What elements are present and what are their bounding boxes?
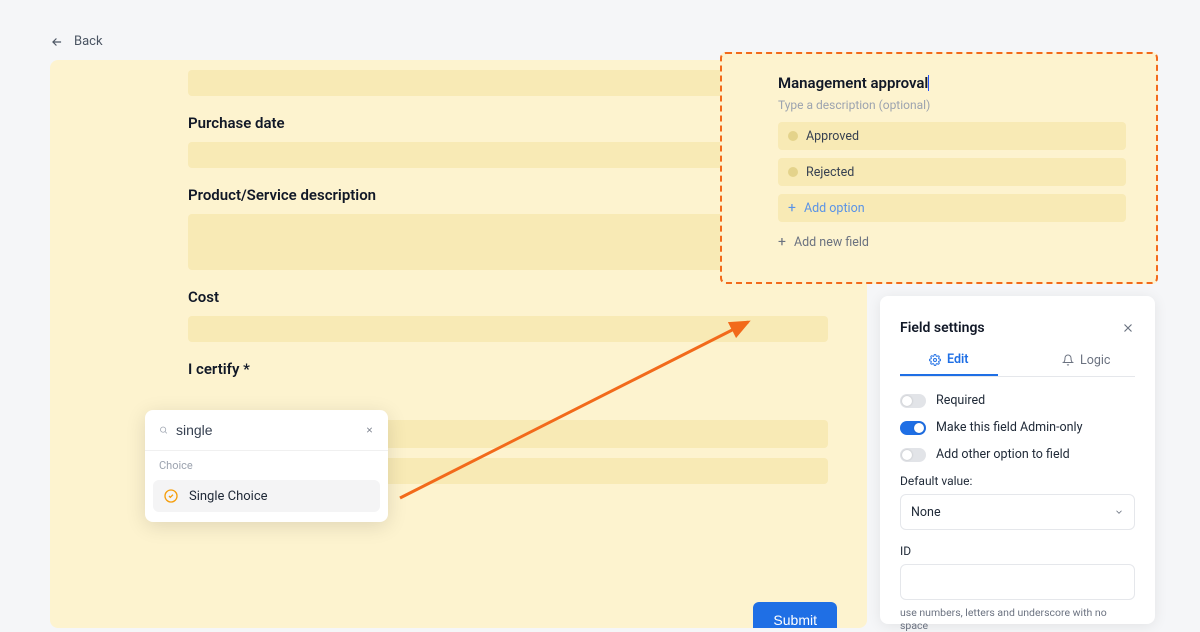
add-option-button[interactable]: + Add option xyxy=(778,194,1126,222)
plus-icon: + xyxy=(788,200,796,216)
bell-icon xyxy=(1062,354,1074,366)
close-icon[interactable] xyxy=(1121,321,1135,335)
search-result-single-choice[interactable]: Single Choice xyxy=(153,480,380,512)
field-input-cost[interactable] xyxy=(188,316,828,342)
search-group-label: Choice xyxy=(145,451,388,476)
id-input[interactable] xyxy=(900,564,1135,600)
text-caret xyxy=(928,75,929,91)
plus-icon: + xyxy=(778,234,786,250)
settings-tabs: Edit Logic xyxy=(900,352,1135,377)
field-label-certify: I certify * xyxy=(188,360,828,378)
toggle-admin-only[interactable] xyxy=(900,421,926,435)
add-option-label: Add option xyxy=(804,201,865,216)
tab-edit[interactable]: Edit xyxy=(900,352,998,376)
default-value-selected: None xyxy=(911,505,941,520)
option-label: Approved xyxy=(806,129,859,144)
submit-button[interactable]: Submit xyxy=(753,602,837,628)
new-field-callout: Management approval Type a description (… xyxy=(720,52,1158,284)
default-value-label: Default value: xyxy=(900,474,1135,488)
back-link[interactable]: Back xyxy=(50,34,103,49)
clear-search-icon[interactable] xyxy=(365,423,374,437)
tab-logic[interactable]: Logic xyxy=(1038,352,1136,376)
tab-logic-label: Logic xyxy=(1080,353,1110,368)
toggle-add-other-label: Add other option to field xyxy=(936,447,1070,462)
search-result-label: Single Choice xyxy=(189,489,268,504)
toggle-required-label: Required xyxy=(936,393,985,408)
default-value-select[interactable]: None xyxy=(900,494,1135,530)
search-icon xyxy=(159,423,168,437)
id-help-text: use numbers, letters and underscore with… xyxy=(900,606,1135,632)
new-field-description-placeholder[interactable]: Type a description (optional) xyxy=(778,98,1126,112)
option-approved[interactable]: Approved xyxy=(778,122,1126,150)
toggle-required[interactable] xyxy=(900,394,926,408)
id-label: ID xyxy=(900,544,1135,558)
new-field-title[interactable]: Management approval xyxy=(778,74,928,92)
option-label: Rejected xyxy=(806,165,854,180)
add-new-field-label: Add new field xyxy=(794,235,869,250)
option-rejected[interactable]: Rejected xyxy=(778,158,1126,186)
back-label: Back xyxy=(74,34,103,49)
field-type-search-popover: Choice Single Choice xyxy=(145,410,388,522)
tab-edit-label: Edit xyxy=(947,352,968,367)
field-settings-title: Field settings xyxy=(900,320,985,336)
toggle-admin-only-label: Make this field Admin-only xyxy=(936,420,1083,435)
arrow-left-icon xyxy=(50,35,64,49)
chevron-down-icon xyxy=(1114,507,1124,517)
add-new-field-button[interactable]: + Add new field xyxy=(778,234,1126,250)
radio-icon xyxy=(788,167,798,177)
gear-icon xyxy=(929,354,941,366)
field-label-cost: Cost xyxy=(188,288,828,306)
field-type-search-input[interactable] xyxy=(176,422,357,438)
toggle-add-other[interactable] xyxy=(900,448,926,462)
single-choice-icon xyxy=(163,488,179,504)
field-settings-panel: Field settings Edit Logic Required Make … xyxy=(880,296,1155,624)
radio-icon xyxy=(788,131,798,141)
